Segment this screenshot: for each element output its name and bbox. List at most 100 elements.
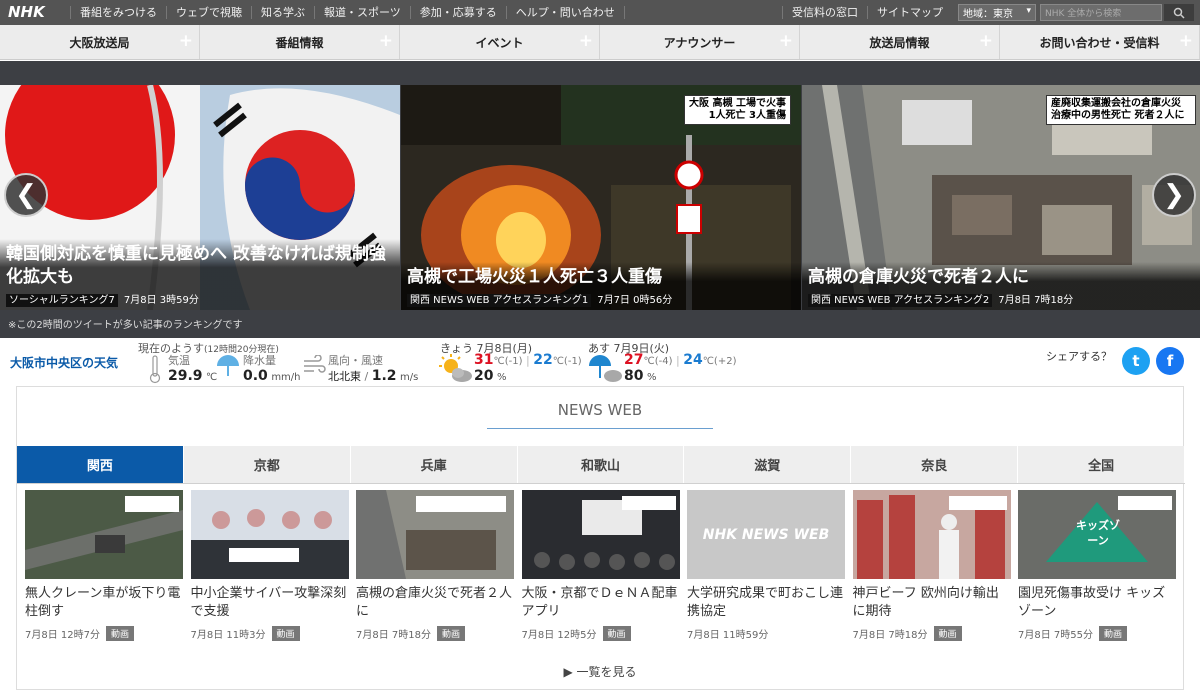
top-link-watch-web[interactable]: ウェブで視聴: [166, 6, 251, 19]
news-thumbnail: [25, 490, 183, 579]
news-thumbnail: [190, 490, 349, 579]
view-all-label: 一覧を見る: [576, 665, 637, 679]
top-link-learn[interactable]: 知る学ぶ: [251, 6, 314, 19]
slide-caption: 高槻で工場火災１人死亡３人重傷 関西 NEWS WEB アクセスランキング1 7月…: [401, 262, 801, 310]
rain-cloudy-icon: [589, 355, 622, 382]
nav-item-announcers[interactable]: アナウンサー +: [600, 25, 800, 59]
nav-item-label: 大阪放送局: [69, 35, 130, 50]
news-thumbnail: NHK NEWS WEB: [687, 490, 845, 579]
region-select[interactable]: 地域：東京 ▾: [958, 4, 1036, 21]
rain-value: 0.0: [243, 368, 268, 384]
tab-nara[interactable]: 奈良: [851, 446, 1019, 483]
overlay-line: 1人死亡 3人重傷: [708, 110, 786, 121]
carousel-slide[interactable]: 韓国側対応を慎重に見極めへ 改善なければ規制強化拡大も ソーシャルランキング7 7…: [0, 85, 400, 310]
nav-item-events[interactable]: イベント +: [400, 25, 600, 59]
top-right-links: 受信料の窓口 サイトマップ 地域：東京 ▾ NHK 全体から検索: [782, 0, 1200, 25]
news-card[interactable]: キッズゾーン 園児死傷事故受け キッズゾーン 7月8日 7時55分 動画: [1018, 490, 1176, 641]
slide-tag: 関西 NEWS WEB アクセスランキング2: [808, 294, 993, 307]
slide-headline: 高槻で工場火災１人死亡３人重傷: [407, 267, 662, 287]
slide-tag: ソーシャルランキング7: [6, 294, 118, 307]
nhk-news-web-logo: NHK NEWS WEB: [702, 526, 830, 543]
ranking-note: ※この2時間のツイートが多い記事のランキングです: [8, 320, 243, 331]
today-low: 22: [533, 352, 553, 368]
wind-unit: m/s: [400, 372, 419, 383]
carousel-next-button[interactable]: ❯: [1152, 173, 1196, 217]
chevron-left-icon: ❮: [15, 180, 37, 210]
top-link-sitemap[interactable]: サイトマップ: [867, 6, 952, 19]
slide-headline: 韓国側対応を慎重に見極めへ 改善なければ規制強化拡大も: [6, 244, 386, 287]
news-time: 7月8日 7時18分: [852, 630, 928, 641]
carousel-slide[interactable]: 大阪 高槻 工場で火事 1人死亡 3人重傷 高槻で工場火災１人死亡３人重傷 関西…: [401, 85, 801, 310]
video-badge: 動画: [271, 626, 300, 641]
tomorrow-high-diff: ℃(-4): [643, 356, 673, 367]
chevron-down-icon: ▾: [1026, 6, 1031, 16]
nav-item-station-info[interactable]: 放送局情報 +: [800, 25, 1000, 59]
nav-item-contact[interactable]: お問い合わせ・受信料 +: [1000, 25, 1200, 59]
nav-item-osaka-station[interactable]: 大阪放送局 +: [0, 25, 200, 59]
tab-wakayama[interactable]: 和歌山: [518, 446, 685, 483]
play-triangle-icon: ▶: [563, 665, 573, 679]
chevron-right-icon: ❯: [1163, 180, 1185, 210]
plus-icon: +: [378, 31, 393, 51]
plus-icon: +: [978, 31, 993, 51]
news-card[interactable]: 中小企業サイバー攻撃深刻で支援 7月8日 11時3分 動画: [190, 490, 349, 641]
news-title: 園児死傷事故受け キッズゾーン: [1018, 586, 1166, 619]
today-high-diff: ℃(-1): [493, 356, 523, 367]
nav-item-label: 放送局情報: [869, 35, 930, 50]
news-time: 7月8日 12時7分: [25, 630, 100, 641]
news-card[interactable]: 神戸ビーフ 欧州向け輸出に期待 7月8日 7時18分 動画: [852, 490, 1011, 641]
slide-time: 7月7日 0時56分: [597, 295, 673, 306]
top-links: 番組をみつける ウェブで視聴 知る学ぶ 報道・スポーツ 参加・応募する ヘルプ・…: [70, 0, 625, 25]
video-badge: 動画: [1099, 626, 1128, 641]
wind-icon: [304, 355, 326, 373]
weather-city-link[interactable]: 大阪市中央区の天気: [10, 354, 118, 371]
top-link-find-programs[interactable]: 番組をみつける: [70, 6, 166, 19]
news-card[interactable]: 無人クレーン車が坂下り電柱倒す 7月8日 12時7分 動画: [25, 490, 183, 641]
twitter-share-button[interactable]: t: [1122, 347, 1150, 375]
kids-zone-text: キッズゾーン: [1076, 519, 1120, 547]
news-thumbnail: [852, 490, 1011, 579]
news-title: 大阪・京都でＤｅＮＡ配車アプリ: [521, 586, 678, 619]
wind-label: 風向・風速: [328, 354, 383, 367]
weather-temp: 気温 29.9 ℃: [168, 352, 217, 384]
news-web-section: NEWS WEB 関西 京都 兵庫 和歌山 滋賀 奈良 全国 無人クレーン車が坂…: [16, 386, 1186, 690]
tomorrow-pop: 80: [624, 368, 644, 384]
carousel-slide[interactable]: 産廃収集運搬会社の倉庫火災 治療中の男性死亡 死者２人に 高槻の倉庫火災で死者２…: [802, 85, 1200, 310]
search-input[interactable]: NHK 全体から検索: [1040, 4, 1162, 21]
tab-kansai[interactable]: 関西: [17, 446, 184, 483]
top-link-fee[interactable]: 受信料の窓口: [782, 6, 867, 19]
facebook-share-button[interactable]: f: [1156, 347, 1184, 375]
today-low-diff: ℃(-1): [552, 356, 582, 367]
plus-icon: +: [778, 31, 793, 51]
tab-shiga[interactable]: 滋賀: [684, 446, 852, 483]
top-link-help[interactable]: ヘルプ・問い合わせ: [505, 6, 625, 19]
video-overlay-text: 大阪 高槻 工場で火事 1人死亡 3人重傷: [684, 95, 791, 125]
nav-item-label: アナウンサー: [663, 35, 736, 50]
news-thumbnail: [356, 490, 514, 579]
nav-item-label: 番組情報: [275, 35, 324, 50]
plus-icon: +: [578, 31, 593, 51]
view-all-link[interactable]: ▶ 一覧を見る: [17, 663, 1183, 680]
weather-bar: 大阪市中央区の天気 現在のようす(12時間20分現在) 気温 29.9 ℃ 降水…: [0, 338, 1200, 386]
rain-unit: mm/h: [271, 372, 301, 383]
wind-dir: 北北東: [328, 370, 361, 383]
news-card[interactable]: 大阪・京都でＤｅＮＡ配車アプリ 7月8日 12時5分 動画: [521, 490, 680, 641]
carousel-prev-button[interactable]: ❮: [4, 173, 48, 217]
region-select-value: 地域：東京: [963, 9, 1013, 20]
search-button[interactable]: [1164, 4, 1194, 21]
thermometer-icon: [149, 355, 161, 384]
nhk-logo[interactable]: NHK: [8, 3, 45, 21]
tomorrow-pop-unit: %: [646, 372, 657, 383]
search-icon: [1173, 7, 1185, 19]
video-badge: 動画: [437, 626, 466, 641]
top-link-news-sports[interactable]: 報道・スポーツ: [314, 6, 410, 19]
tab-national[interactable]: 全国: [1018, 446, 1186, 483]
news-card[interactable]: NHK NEWS WEB 大学研究成果で町おこし連携協定 7月8日 11時59分: [687, 490, 845, 641]
slide-caption: 高槻の倉庫火災で死者２人に 関西 NEWS WEB アクセスランキング2 7月8日…: [802, 262, 1200, 310]
tab-kyoto[interactable]: 京都: [184, 446, 351, 483]
nav-item-programs[interactable]: 番組情報 +: [200, 25, 400, 59]
top-link-participate[interactable]: 参加・応募する: [409, 6, 506, 19]
tab-hyogo[interactable]: 兵庫: [351, 446, 518, 483]
news-card[interactable]: 高槻の倉庫火災で死者２人に 7月8日 7時18分 動画: [356, 490, 514, 641]
news-title: 神戸ビーフ 欧州向け輸出に期待: [852, 586, 999, 619]
